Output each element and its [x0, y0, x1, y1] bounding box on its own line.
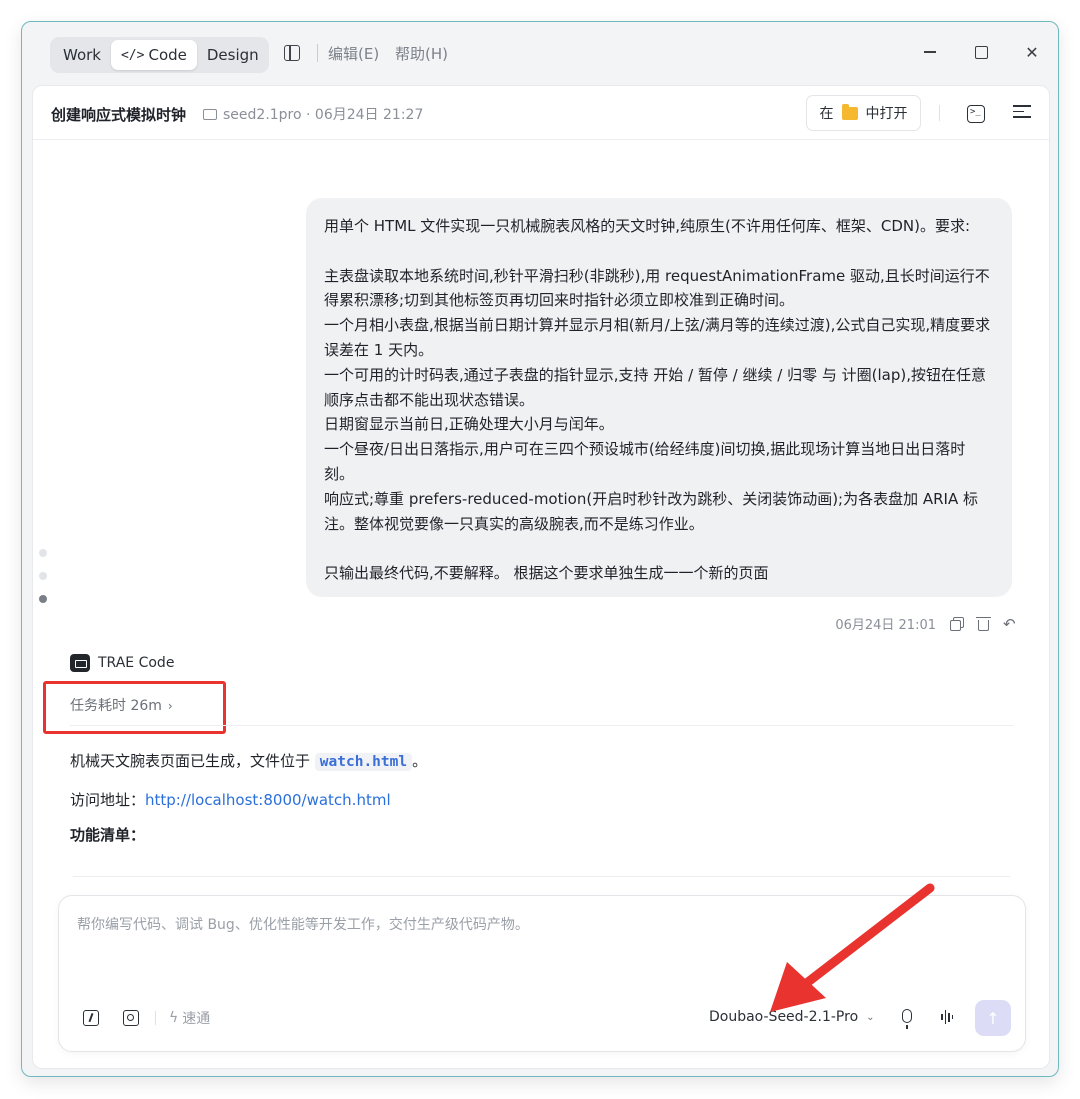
delete-icon[interactable]: [976, 616, 991, 631]
mode-code-label: Code: [148, 46, 187, 64]
outline-icon[interactable]: [1013, 105, 1031, 123]
sidebar-toggle-icon[interactable]: [284, 45, 300, 61]
conversation-panel: 创建响应式模拟时钟 seed2.1pro · 06月24日 21:27 在 中打…: [32, 85, 1050, 1069]
reply-text: 机械天文腕表页面已生成，文件位于: [70, 752, 311, 770]
task-duration-toggle[interactable]: 任务耗时 26m ›: [70, 695, 173, 715]
task-duration-label: 任务耗时 26m: [70, 698, 162, 714]
user-message-line: 一个可用的计时码表,通过子表盘的指针显示,支持 开始 / 暂停 / 继续 / 归…: [324, 365, 986, 409]
mode-switch: Work </> Code Design: [50, 37, 269, 73]
nav-dot-active[interactable]: [39, 595, 47, 603]
minimize-icon[interactable]: [918, 40, 942, 64]
folder-icon: [841, 103, 858, 120]
composer: ϟ 速通 Doubao-Seed-2.1-Pro ⌄ ↑: [58, 895, 1026, 1052]
user-message-bubble: 用单个 HTML 文件实现一只机械腕表风格的天文时钟,纯原生(不许用任何库、框架…: [306, 198, 1012, 597]
code-icon: </>: [120, 47, 145, 63]
message-timestamp: 06月24日 21:01: [835, 618, 936, 633]
user-message-line: 一个月相小表盘,根据当前日期计算并显示月相(新月/上弦/满月等的连续过渡),公式…: [324, 316, 991, 359]
close-icon[interactable]: ✕: [1020, 40, 1044, 64]
app-window: Work </> Code Design 编辑(E) 帮助(H) ✕ 创建响应式…: [21, 21, 1059, 1077]
message-actions: 06月24日 21:01 ↶: [835, 614, 1017, 633]
image-upload-icon[interactable]: [123, 1010, 139, 1026]
undo-icon[interactable]: ↶: [1003, 616, 1017, 631]
chevron-right-icon: ›: [167, 699, 173, 713]
speed-mode-toggle[interactable]: ϟ 速通: [169, 1008, 210, 1028]
mode-work-button[interactable]: Work: [53, 40, 111, 70]
divider: [73, 876, 1010, 877]
nav-dot[interactable]: [39, 549, 47, 557]
conversation-header: 创建响应式模拟时钟 seed2.1pro · 06月24日 21:27 在 中打…: [33, 86, 1049, 140]
nav-dot[interactable]: [39, 572, 47, 580]
title-bar: Work </> Code Design 编辑(E) 帮助(H) ✕: [22, 22, 1058, 84]
message-navigator: [39, 549, 47, 618]
assistant-reply-line: 机械天文腕表页面已生成，文件位于 watch.html。: [70, 750, 427, 771]
lightning-icon: ϟ: [169, 1010, 179, 1026]
url-label: 访问地址：: [70, 791, 146, 809]
user-message-line: 主表盘读取本地系统时间,秒针平滑扫秒(非跳秒),用 requestAnimati…: [324, 266, 990, 310]
folder-icon: [203, 108, 217, 120]
trae-logo-icon: [70, 654, 90, 672]
model-selector[interactable]: Doubao-Seed-2.1-Pro ⌄: [709, 1009, 875, 1025]
divider: [155, 1011, 156, 1025]
user-message-line: 响应式;尊重 prefers-reduced-motion(开启时秒针改为跳秒、…: [324, 489, 979, 533]
assistant-url-line: 访问地址：http://localhost:8000/watch.html: [70, 789, 391, 810]
assistant-header: TRAE Code: [70, 654, 174, 672]
mode-code-button[interactable]: </> Code: [110, 40, 197, 70]
file-name-chip[interactable]: watch.html: [314, 753, 413, 771]
menu-edit[interactable]: 编辑(E): [328, 43, 379, 64]
open-in-folder-button[interactable]: 在 中打开: [806, 95, 921, 131]
menu-help[interactable]: 帮助(H): [395, 43, 448, 64]
microphone-icon[interactable]: [902, 1009, 912, 1029]
reply-text: 。: [412, 752, 428, 770]
divider: [939, 105, 940, 121]
command-icon[interactable]: [83, 1010, 99, 1026]
conversation-meta-text: seed2.1pro · 06月24日 21:27: [223, 107, 424, 123]
open-in-prefix: 在: [819, 106, 834, 122]
local-url-link[interactable]: http://localhost:8000/watch.html: [145, 791, 391, 809]
divider: [317, 44, 318, 62]
open-in-suffix: 中打开: [865, 106, 908, 122]
speed-mode-label: 速通: [182, 1011, 211, 1027]
send-button[interactable]: ↑: [975, 1000, 1011, 1036]
mode-design-button[interactable]: Design: [197, 40, 269, 70]
chevron-down-icon: ⌄: [866, 1011, 875, 1023]
user-message-line: 日期窗显示当前日,正确处理大小月与闰年。: [324, 415, 614, 434]
prompt-input[interactable]: [77, 914, 1007, 974]
conversation-meta: seed2.1pro · 06月24日 21:27: [203, 104, 423, 124]
features-heading: 功能清单：: [70, 826, 146, 844]
user-message-line: 用单个 HTML 文件实现一只机械腕表风格的天文时钟,纯原生(不许用任何库、框架…: [324, 217, 971, 235]
assistant-name: TRAE Code: [98, 655, 175, 671]
terminal-icon[interactable]: >_: [967, 105, 985, 123]
user-message-line: 只输出最终代码,不要解释。 根据这个要求单独生成一一个新的页面: [324, 564, 769, 583]
conversation-title: 创建响应式模拟时钟: [51, 106, 187, 124]
maximize-icon[interactable]: [969, 40, 993, 64]
divider: [70, 725, 1013, 726]
copy-icon[interactable]: [950, 616, 964, 631]
model-name: Doubao-Seed-2.1-Pro: [709, 1009, 859, 1025]
voice-wave-icon[interactable]: [941, 1009, 953, 1025]
user-message-line: 一个昼夜/日出日落指示,用户可在三四个预设城市(给经纬度)间切换,据此现场计算当…: [324, 440, 966, 483]
